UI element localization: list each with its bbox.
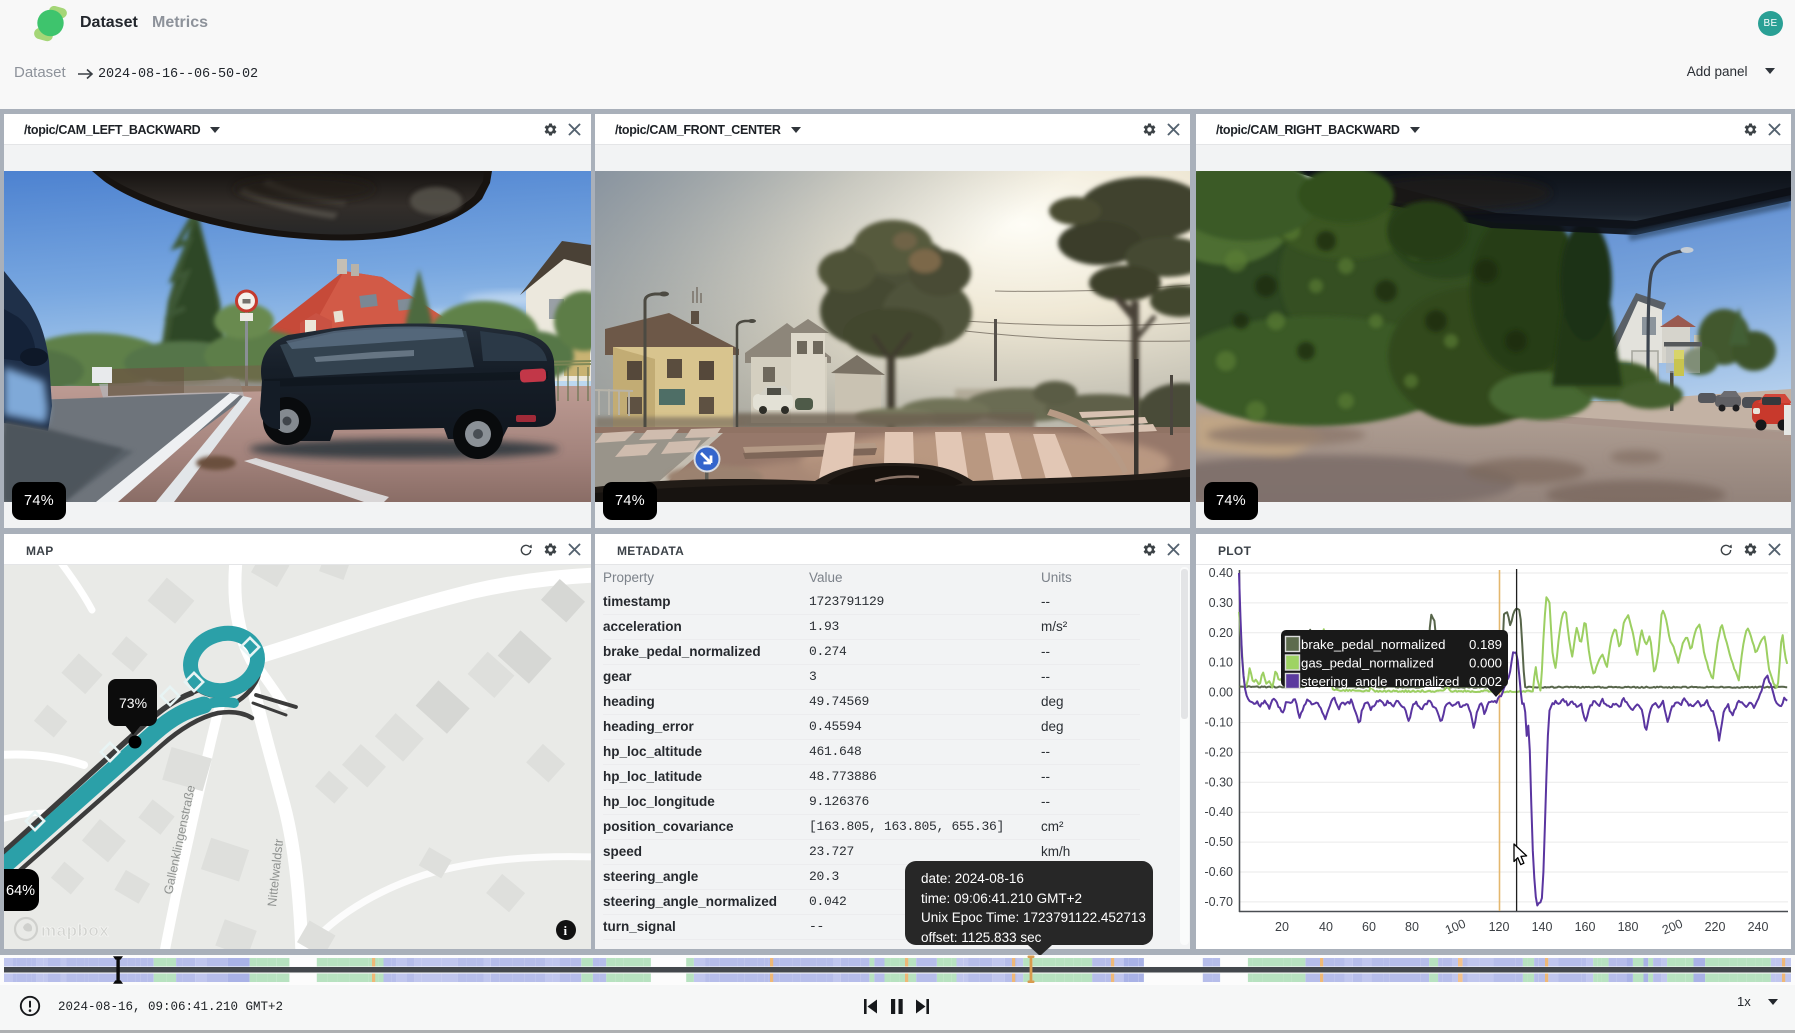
svg-text:80: 80 (1405, 920, 1419, 934)
svg-text:0.40: 0.40 (1209, 566, 1233, 580)
svg-text:60: 60 (1362, 920, 1376, 934)
svg-text:160: 160 (1575, 920, 1596, 934)
svg-text:0.20: 0.20 (1209, 626, 1233, 640)
svg-text:steering_angle_normalized: steering_angle_normalized (1301, 674, 1459, 689)
svg-text:mapbox: mapbox (41, 921, 109, 940)
svg-text:-0.20: -0.20 (1205, 745, 1234, 759)
svg-text:0.30: 0.30 (1209, 596, 1233, 610)
svg-text:0.189: 0.189 (1469, 637, 1502, 652)
svg-text:20: 20 (1275, 920, 1289, 934)
svg-text:-0.50: -0.50 (1205, 835, 1234, 849)
svg-text:-0.70: -0.70 (1205, 895, 1234, 909)
svg-text:0.002: 0.002 (1469, 674, 1502, 689)
svg-text:220: 220 (1705, 920, 1726, 934)
svg-text:-0.60: -0.60 (1205, 865, 1234, 879)
svg-text:gas_pedal_normalized: gas_pedal_normalized (1301, 656, 1434, 671)
svg-text:-0.40: -0.40 (1205, 805, 1234, 819)
svg-text:i: i (564, 923, 568, 938)
svg-text:0.000: 0.000 (1469, 656, 1502, 671)
svg-text:64%: 64% (6, 883, 35, 899)
svg-text:120: 120 (1489, 920, 1510, 934)
svg-text:brake_pedal_normalized: brake_pedal_normalized (1301, 637, 1445, 652)
svg-text:-0.10: -0.10 (1205, 716, 1234, 730)
svg-text:0.00: 0.00 (1209, 686, 1233, 700)
svg-text:180: 180 (1618, 920, 1639, 934)
svg-text:0.10: 0.10 (1209, 656, 1233, 670)
svg-text:140: 140 (1532, 920, 1553, 934)
svg-text:40: 40 (1319, 920, 1333, 934)
svg-text:-0.30: -0.30 (1205, 775, 1234, 789)
svg-text:73%: 73% (119, 695, 147, 711)
svg-text:240: 240 (1748, 920, 1769, 934)
